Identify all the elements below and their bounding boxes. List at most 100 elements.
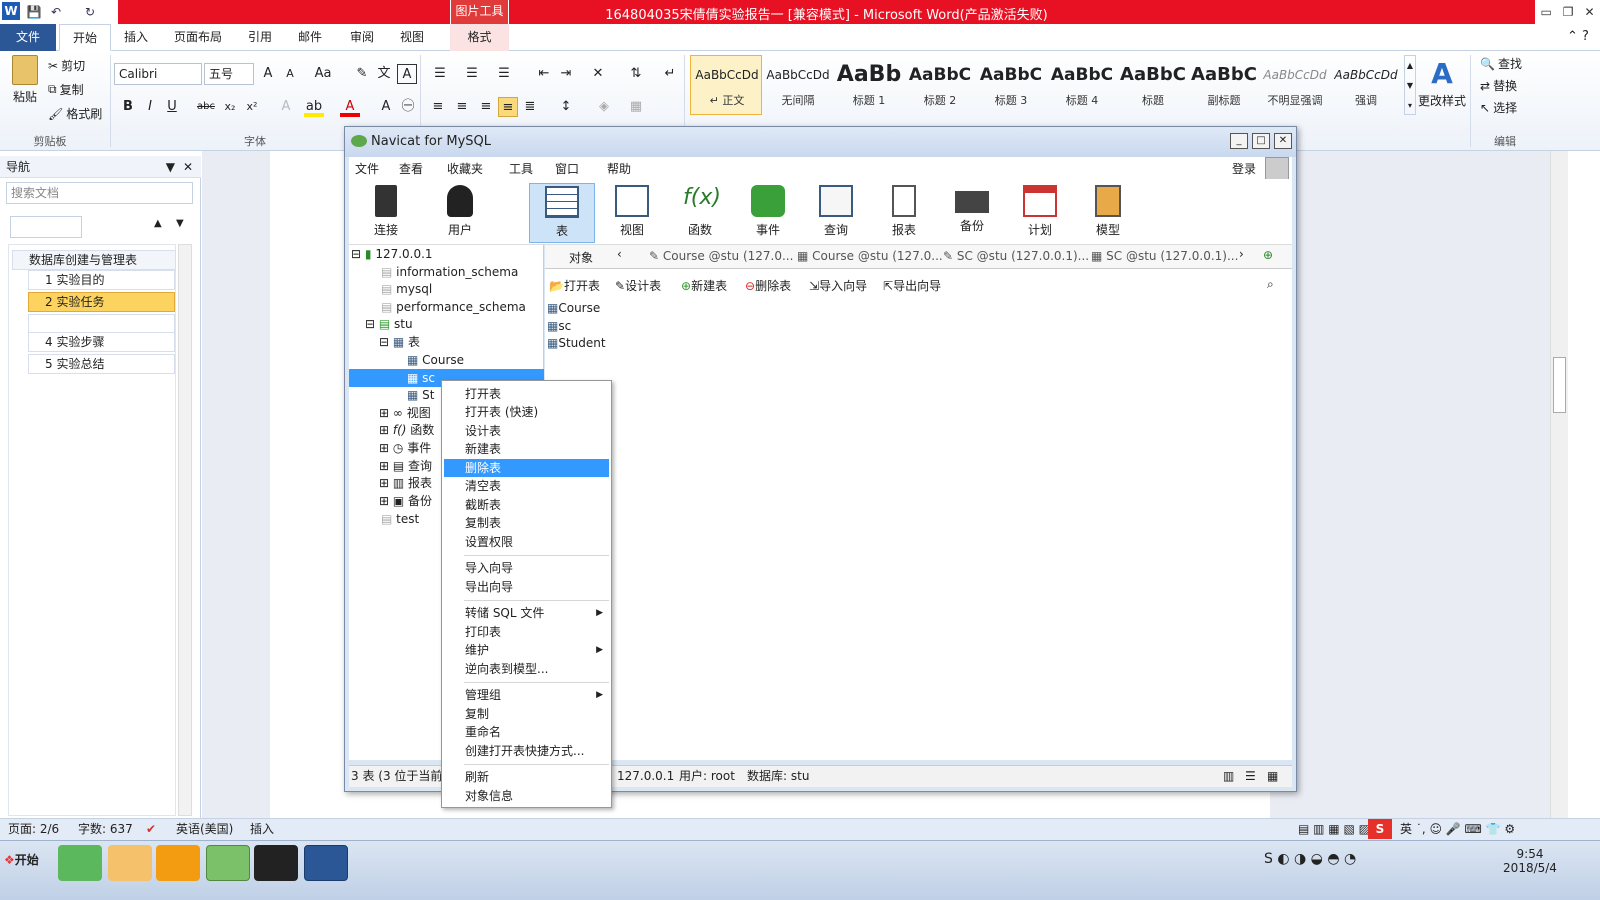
- style-heading-3[interactable]: AaBbC 标题 3: [976, 58, 1046, 114]
- grid-view-icon[interactable]: ▦: [1267, 766, 1278, 786]
- borders-icon[interactable]: ▦: [626, 97, 646, 117]
- maximize-icon[interactable]: □: [1252, 133, 1270, 149]
- status-language[interactable]: 英语(美国): [176, 819, 233, 839]
- menu-export-wizard[interactable]: 导出向导: [444, 578, 609, 596]
- tree-node-db[interactable]: ▤ test: [381, 510, 419, 528]
- nav-item[interactable]: 4 实验步骤: [28, 332, 175, 352]
- line-spacing-icon[interactable]: ↕: [556, 97, 576, 117]
- tabs-prev-icon[interactable]: ‹: [617, 247, 622, 261]
- undo-icon[interactable]: ↶: [48, 4, 64, 20]
- tab-references[interactable]: 引用: [242, 24, 278, 51]
- minimize-icon[interactable]: _: [1230, 133, 1248, 149]
- font-size-combo[interactable]: 五号: [204, 63, 254, 85]
- menu-import-wizard[interactable]: 导入向导: [444, 559, 609, 577]
- tab-objects[interactable]: 对象: [569, 249, 593, 266]
- view-buttons[interactable]: ▤ ▥ ▦ ▧ ▨: [1298, 819, 1370, 839]
- tab-review[interactable]: 审阅: [344, 24, 380, 51]
- tree-node-queries[interactable]: ⊞ ▤ 查询: [379, 457, 432, 475]
- cmd-taskbar-icon[interactable]: [254, 845, 298, 881]
- function-button[interactable]: f(x) 函数: [667, 183, 733, 243]
- style-subtitle[interactable]: AaBbC 副标题: [1189, 58, 1259, 114]
- tab-insert[interactable]: 插入: [118, 24, 154, 51]
- report-button[interactable]: 报表: [871, 183, 937, 243]
- show-marks-icon[interactable]: ↵: [660, 64, 680, 84]
- justify-icon[interactable]: ≡: [498, 97, 518, 117]
- menu-reverse-model[interactable]: 逆向表到模型...: [444, 660, 609, 678]
- change-case-icon[interactable]: Aa: [313, 64, 333, 84]
- chinese-layout-icon[interactable]: ✕: [588, 64, 608, 84]
- restore-icon[interactable]: ❐: [1563, 5, 1574, 19]
- import-wizard-button[interactable]: ⇲导入向导: [809, 277, 867, 294]
- menu-open-table-fast[interactable]: 打开表 (快速): [444, 403, 609, 421]
- nav-item[interactable]: 数据库创建与管理表: [12, 250, 176, 270]
- menu-create-shortcut[interactable]: 创建打开表快捷方式...: [444, 742, 609, 760]
- nav-scrollbar[interactable]: [178, 244, 192, 816]
- detail-view-icon[interactable]: ☰: [1245, 766, 1256, 786]
- object-item[interactable]: ▦sc: [547, 317, 571, 335]
- tab-query[interactable]: ▦ SC @stu (127.0.0.1)...: [1091, 249, 1238, 263]
- find-button[interactable]: 🔍 查找: [1480, 55, 1522, 72]
- model-button[interactable]: 模型: [1075, 183, 1141, 243]
- schedule-button[interactable]: 计划: [1007, 183, 1073, 243]
- style-heading-2[interactable]: AaBbC 标题 2: [905, 58, 975, 114]
- menu-favorites[interactable]: 收藏夹: [447, 160, 483, 177]
- word-app-icon[interactable]: W: [2, 2, 20, 20]
- style-subtle-emphasis[interactable]: AaBbCcDd 不明显强调: [1260, 58, 1330, 114]
- tab-home[interactable]: 开始: [59, 24, 111, 51]
- design-table-button[interactable]: ✎设计表: [615, 277, 661, 294]
- status-words[interactable]: 字数: 637: [78, 819, 133, 839]
- menu-open-table[interactable]: 打开表: [444, 385, 609, 403]
- style-title[interactable]: AaBbC 标题: [1118, 58, 1188, 114]
- menu-dump-sql[interactable]: 转储 SQL 文件 ▶: [444, 604, 609, 622]
- menu-empty-table[interactable]: 清空表: [444, 477, 609, 495]
- menu-design-table[interactable]: 设计表: [444, 422, 609, 440]
- help-icon[interactable]: ⌃ ?: [1560, 24, 1596, 51]
- navicat-taskbar-icon[interactable]: [206, 845, 250, 881]
- status-page[interactable]: 页面: 2/6: [8, 819, 59, 839]
- redo-icon[interactable]: ↻: [82, 4, 98, 20]
- menu-object-info[interactable]: 对象信息: [444, 787, 609, 805]
- styles-scroll[interactable]: ▲ ▼ ▾: [1404, 55, 1416, 115]
- export-wizard-button[interactable]: ⇱导出向导: [883, 277, 941, 294]
- style-heading-4[interactable]: AaBbC 标题 4: [1047, 58, 1117, 114]
- menu-refresh[interactable]: 刷新: [444, 768, 609, 786]
- enclose-char-icon[interactable]: ㊀: [398, 97, 418, 117]
- menu-copy[interactable]: 复制: [444, 705, 609, 723]
- menu-maintain[interactable]: 维护 ▶: [444, 641, 609, 659]
- menu-manage-group[interactable]: 管理组 ▶: [444, 686, 609, 704]
- menu-delete-table[interactable]: 删除表: [444, 459, 609, 477]
- scroll-thumb[interactable]: [1553, 357, 1566, 413]
- start-button[interactable]: ❖开始: [4, 851, 39, 868]
- login-link[interactable]: 登录: [1232, 160, 1256, 177]
- char-shading-icon[interactable]: A: [376, 97, 396, 117]
- grow-font-icon[interactable]: A: [258, 64, 278, 84]
- decrease-indent-icon[interactable]: ⇤: [534, 64, 554, 84]
- list-view-icon[interactable]: ▥: [1223, 766, 1234, 786]
- nav-menu-icon[interactable]: ▼: [166, 156, 175, 178]
- menu-print-table[interactable]: 打印表: [444, 623, 609, 641]
- style-emphasis[interactable]: AaBbCcDd 强调: [1331, 58, 1401, 114]
- new-table-button[interactable]: ⊕新建表: [681, 277, 727, 294]
- event-button[interactable]: 事件: [735, 183, 801, 243]
- nav-view-tabs[interactable]: [10, 216, 82, 238]
- bold-icon[interactable]: B: [118, 97, 138, 117]
- tree-node-db-stu[interactable]: ⊟ ▤ stu: [365, 315, 413, 333]
- close-icon[interactable]: ✕: [1274, 133, 1292, 149]
- font-name-combo[interactable]: Calibri: [114, 63, 202, 85]
- sogou-ime-icon[interactable]: S: [1368, 819, 1392, 839]
- tree-node-connection[interactable]: ⊟ ▮ 127.0.0.1: [351, 245, 433, 263]
- bullets-icon[interactable]: ☰: [430, 64, 450, 84]
- browser-taskbar-icon[interactable]: [58, 845, 102, 881]
- tree-node-views[interactable]: ⊞ ∞ 视图: [379, 404, 431, 422]
- tree-node-tables[interactable]: ⊟ ▦ 表: [379, 333, 420, 351]
- tab-query[interactable]: ✎ SC @stu (127.0.0.1)...: [943, 249, 1089, 263]
- format-painter-button[interactable]: 🖌 格式刷: [48, 105, 102, 122]
- tab-format[interactable]: 格式: [450, 24, 509, 51]
- minimize-icon[interactable]: ▭: [1540, 5, 1551, 19]
- align-center-icon[interactable]: ≡: [452, 97, 472, 117]
- increase-indent-icon[interactable]: ⇥: [556, 64, 576, 84]
- subscript-icon[interactable]: x₂: [220, 97, 240, 117]
- select-button[interactable]: ↖ 选择: [1480, 99, 1517, 116]
- replace-button[interactable]: ⇄ 替换: [1480, 77, 1517, 94]
- search-icon[interactable]: ⌕: [1267, 277, 1274, 292]
